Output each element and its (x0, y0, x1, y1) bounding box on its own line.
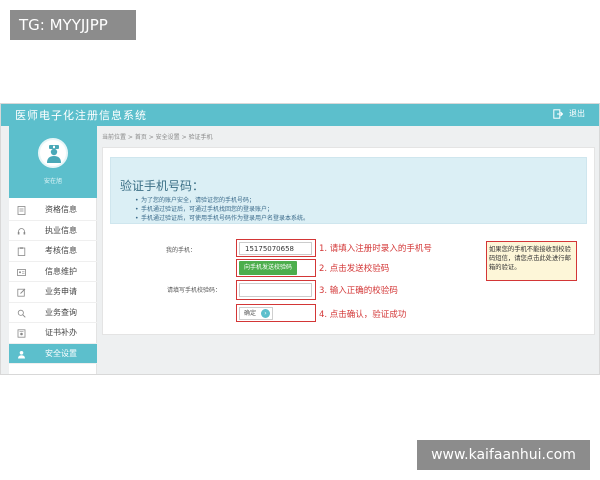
logout-label: 退出 (569, 109, 585, 118)
sidebar-item-label: 业务申请 (45, 287, 77, 296)
step-3-annotation: 3. 输入正确的校验码 (319, 286, 398, 296)
page-title: 验证手机号码： (120, 179, 205, 193)
sidebar: 安在旭 资格信息 执业信息 考核信息 信息维护 业务申请 业务查询 证书补办 安… (9, 126, 97, 374)
sidebar-item-query[interactable]: 业务查询 (9, 303, 97, 323)
headset-icon (17, 227, 26, 234)
user-name: 安在旭 (43, 178, 62, 185)
document-icon (17, 206, 26, 215)
top-bar: 医师电子化注册信息系统 退出 (1, 104, 599, 126)
sidebar-item-label: 执业信息 (45, 225, 77, 235)
app-window: 医师电子化注册信息系统 退出 安在旭 资格信息 执业信息 考核信息 信息维护 业… (0, 103, 600, 375)
id-card-icon (17, 268, 26, 276)
certificate-icon (17, 329, 26, 338)
phone-label: 我的手机： (166, 247, 197, 254)
email-verify-note[interactable]: 如果您的手机不能接收到校验码短信，请您点击此处进行邮箱的验证。 (486, 241, 577, 281)
info-list: 为了您的账户安全，请验证您的手机号码； 手机通过验证后，可通过手机找回您的登录账… (135, 196, 309, 223)
breadcrumb: 当前位置 > 首页 > 安全设置 > 验证手机 (102, 134, 213, 141)
edit-icon (17, 288, 26, 297)
sidebar-item-qualification[interactable]: 资格信息 (9, 200, 97, 221)
confirm-button[interactable]: 确定 › (239, 307, 273, 320)
send-code-button[interactable]: 向手机发送校验码 (239, 261, 297, 275)
step-2-annotation: 2. 点击发送校验码 (319, 264, 390, 274)
sidebar-item-label: 业务查询 (45, 307, 77, 317)
sidebar-item-certificate[interactable]: 证书补办 (9, 323, 97, 344)
user-icon (18, 350, 25, 358)
step-1-annotation: 1. 请填入注册时录入的手机号 (319, 244, 432, 254)
sidebar-menu: 资格信息 执业信息 考核信息 信息维护 业务申请 业务查询 证书补办 安全设置 (9, 200, 97, 364)
phone-input[interactable]: 15175070658 (239, 242, 312, 255)
logout-button[interactable]: 退出 (553, 108, 585, 119)
arrow-right-icon: › (261, 309, 270, 318)
user-profile: 安在旭 (9, 126, 97, 198)
logout-icon (553, 108, 563, 119)
sidebar-item-label: 证书补办 (45, 328, 77, 337)
confirm-label: 确定 (244, 310, 257, 317)
sidebar-item-label: 信息维护 (45, 266, 77, 276)
sms-highlight: 向手机发送校验码 (236, 259, 316, 277)
sidebar-item-application[interactable]: 业务申请 (9, 282, 97, 303)
watermark-bottom: www.kaifaanhui.com (417, 440, 590, 470)
info-bullet: 手机通过验证后，可通过手机找回您的登录账户； (135, 205, 309, 214)
clipboard-icon (17, 247, 26, 256)
doctor-avatar-icon (47, 145, 61, 163)
avatar[interactable] (38, 138, 68, 168)
main-content: 验证手机号码： 为了您的账户安全，请验证您的手机号码； 手机通过验证后，可通过手… (102, 147, 595, 335)
info-bullet: 手机通过验证后，可使用手机号码作为登录用户名登录本系统。 (135, 214, 309, 223)
sidebar-item-maintenance[interactable]: 信息维护 (9, 262, 97, 282)
info-bullet: 为了您的账户安全，请验证您的手机号码； (135, 196, 309, 205)
code-label: 请填写手机校验码： (167, 287, 222, 294)
search-icon (17, 309, 26, 318)
sidebar-item-label: 安全设置 (45, 348, 77, 358)
sidebar-item-label: 资格信息 (45, 205, 77, 214)
app-title: 医师电子化注册信息系统 (15, 109, 147, 122)
code-input[interactable] (239, 283, 312, 297)
screenshot-page: TG: MYYJJPP 医师电子化注册信息系统 退出 安在旭 资格信息 执业信息… (0, 0, 600, 480)
sidebar-item-assessment[interactable]: 考核信息 (9, 241, 97, 262)
confirm-highlight: 确定 › (236, 304, 316, 322)
sidebar-item-label: 考核信息 (45, 246, 77, 255)
sidebar-item-security[interactable]: 安全设置 (9, 343, 97, 364)
sidebar-item-practice[interactable]: 执业信息 (9, 221, 97, 241)
watermark-top: TG: MYYJJPP (10, 10, 136, 40)
step-4-annotation: 4. 点击确认，验证成功 (319, 310, 407, 320)
phone-highlight: 15175070658 (236, 239, 316, 257)
code-highlight (236, 280, 316, 300)
info-panel: 验证手机号码： 为了您的账户安全，请验证您的手机号码； 手机通过验证后，可通过手… (110, 157, 587, 224)
